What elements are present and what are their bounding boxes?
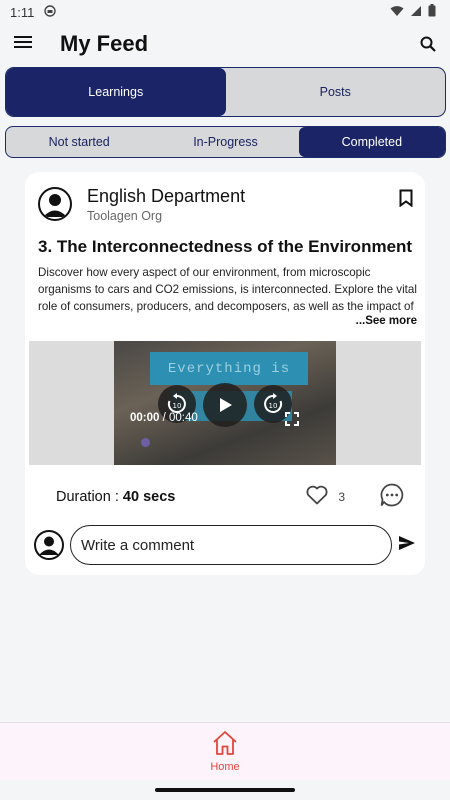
- comment-icon[interactable]: [379, 482, 405, 513]
- tab-completed[interactable]: Completed: [298, 127, 445, 157]
- like-icon[interactable]: [306, 485, 328, 510]
- send-icon[interactable]: [398, 535, 416, 556]
- app-bar: My Feed: [0, 24, 450, 64]
- progress-filter-tabs: Not started In-Progress Completed: [5, 126, 446, 158]
- video-banner-text: Everything is: [150, 352, 308, 385]
- tab-posts[interactable]: Posts: [226, 68, 446, 116]
- bookmark-icon[interactable]: [399, 189, 413, 212]
- home-indicator[interactable]: [155, 788, 295, 792]
- battery-icon: [428, 4, 436, 20]
- nav-home-label[interactable]: Home: [210, 761, 239, 773]
- gesture-bar: [0, 780, 450, 800]
- post-card: English Department Toolagen Org 3. The I…: [25, 172, 425, 575]
- total-time: 00:40: [169, 412, 198, 424]
- play-button[interactable]: [203, 383, 247, 427]
- search-icon[interactable]: [420, 36, 436, 52]
- page-title: My Feed: [60, 31, 149, 56]
- duration-value: 40 secs: [122, 489, 176, 505]
- notification-icon: [44, 4, 57, 20]
- video-player[interactable]: Everything is 10 10 00:00 / 00:40: [29, 341, 421, 465]
- menu-icon[interactable]: [14, 35, 32, 54]
- time-separator: /: [159, 412, 170, 424]
- post-stats: Duration : 40 secs 3: [56, 483, 405, 510]
- tab-not-started[interactable]: Not started: [6, 127, 152, 157]
- tab-in-progress[interactable]: In-Progress: [152, 127, 298, 157]
- author-name[interactable]: English Department: [87, 186, 245, 207]
- duration: Duration : 40 secs: [56, 489, 175, 505]
- user-avatar: [34, 530, 64, 560]
- fullscreen-icon[interactable]: [285, 412, 299, 431]
- forward-seconds: 10: [269, 402, 278, 410]
- author-org: Toolagen Org: [87, 208, 163, 223]
- post-description: Discover how every aspect of our environ…: [38, 266, 417, 313]
- see-more-link[interactable]: ...See more: [356, 315, 417, 327]
- video-frame[interactable]: Everything is 10 10 00:00 / 00:40: [114, 341, 336, 465]
- current-time: 00:00: [130, 412, 160, 424]
- home-icon[interactable]: [211, 730, 239, 761]
- feed-type-tabs: Learnings Posts: [5, 67, 446, 117]
- rewind-seconds: 10: [173, 402, 182, 410]
- like-count: 3: [338, 490, 345, 504]
- tab-learnings[interactable]: Learnings: [6, 68, 226, 116]
- seek-handle[interactable]: [141, 438, 150, 447]
- status-bar: 1:11: [0, 0, 450, 24]
- comment-input[interactable]: [70, 525, 392, 565]
- post-title[interactable]: 3. The Interconnectedness of the Environ…: [38, 237, 418, 257]
- wifi-icon: [390, 5, 404, 20]
- video-time: 00:00 / 00:40: [130, 412, 198, 424]
- post-header: English Department Toolagen Org: [38, 184, 413, 224]
- duration-label: Duration :: [56, 489, 123, 505]
- author-avatar[interactable]: [38, 187, 72, 221]
- comment-row: [34, 524, 416, 566]
- status-time: 1:11: [10, 4, 35, 20]
- signal-icon: [410, 5, 422, 20]
- bottom-navigation: Home: [0, 722, 450, 780]
